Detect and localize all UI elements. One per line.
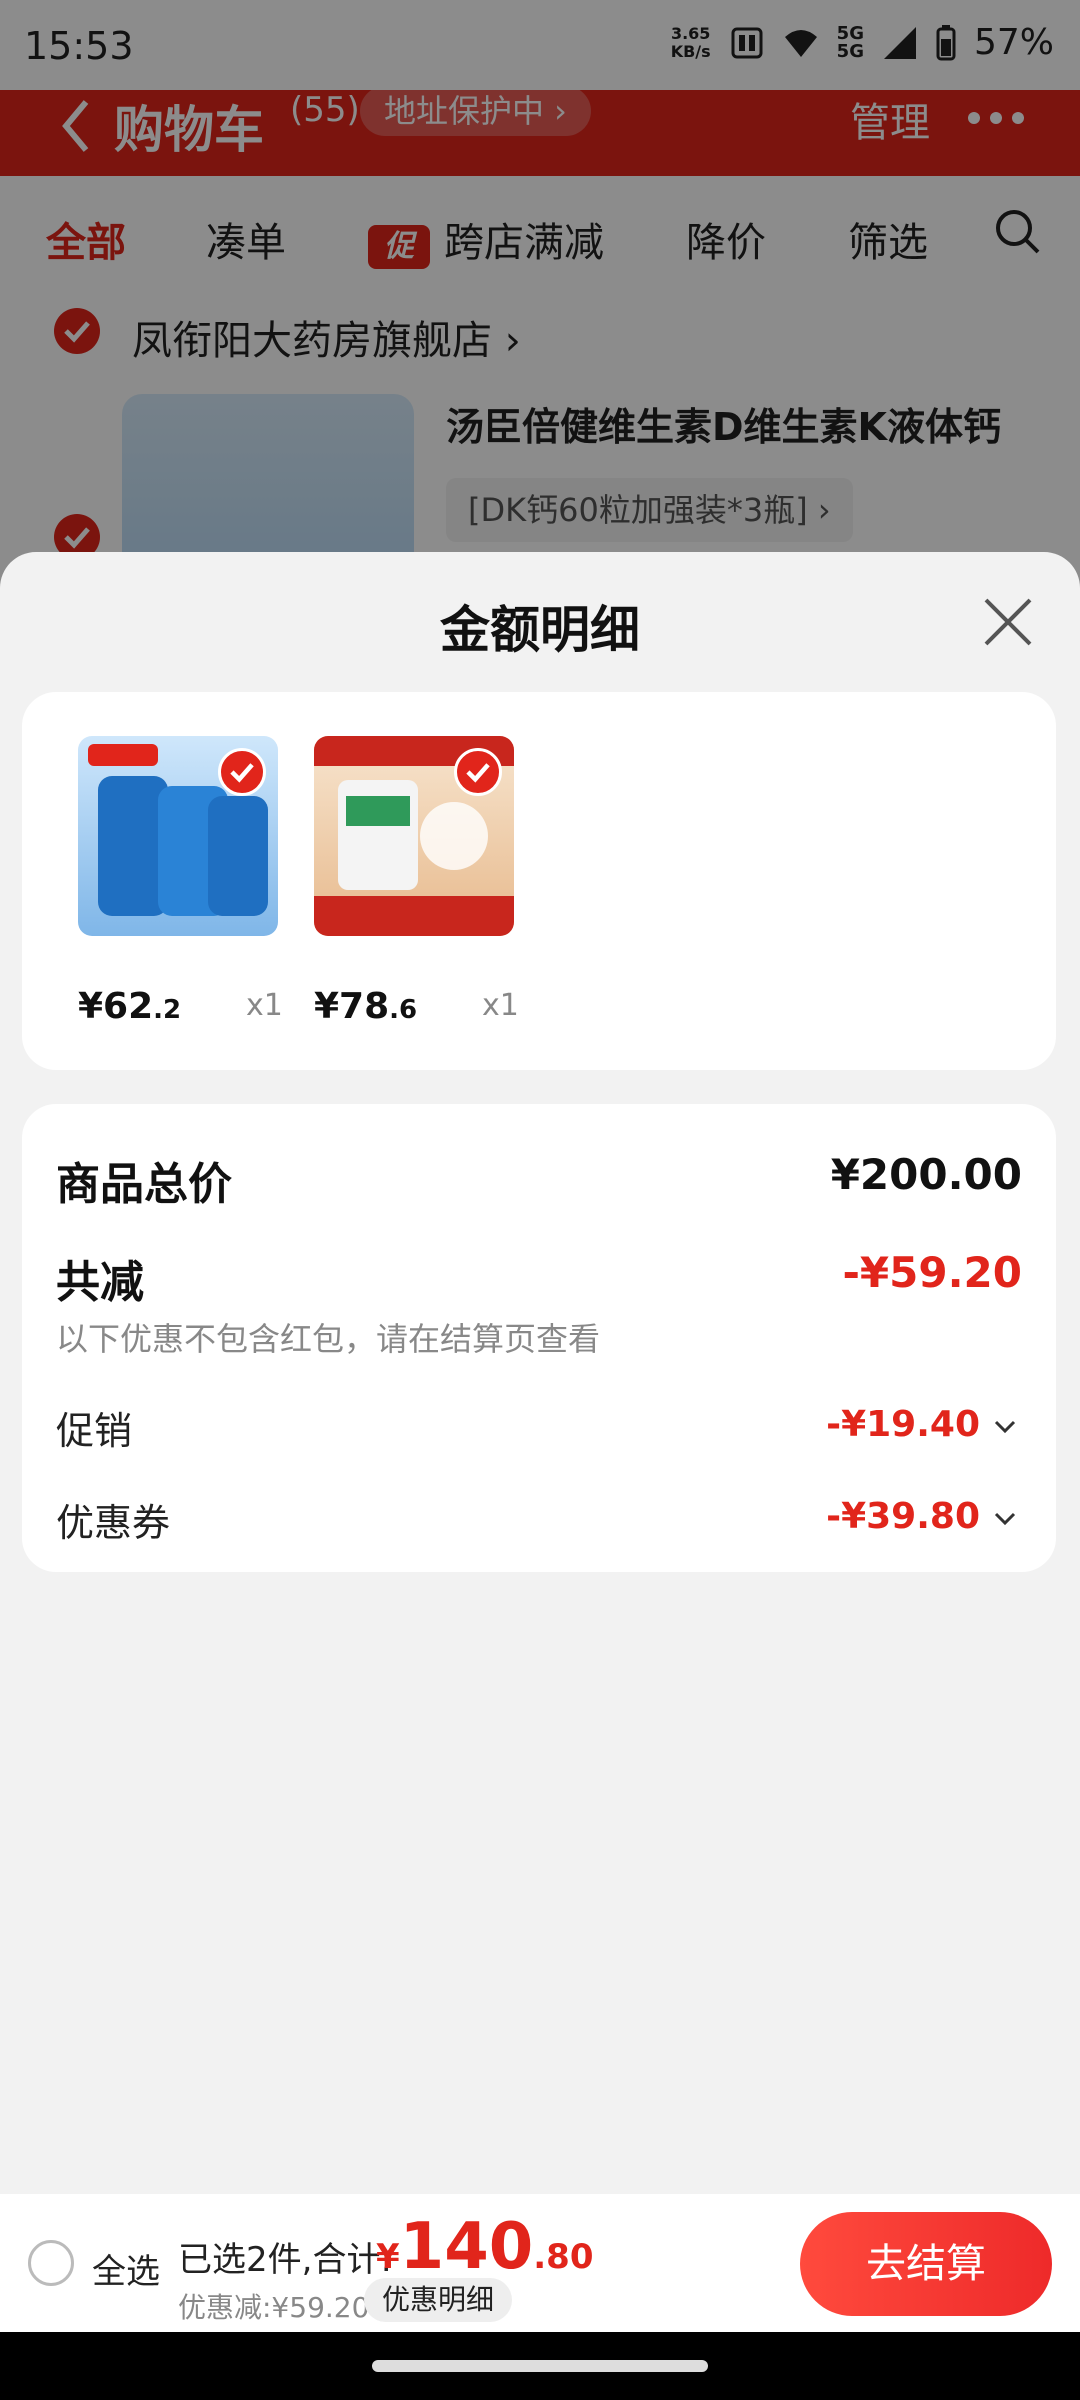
- item-2-qty: x1: [482, 988, 519, 1023]
- item-2-check-icon: [454, 748, 502, 796]
- item-1-qty: x1: [246, 988, 283, 1023]
- summary-card: 商品总价 ¥200.00 共减 -¥59.20 以下优惠不包含红包，请在结算页查…: [22, 1104, 1056, 1572]
- item-thumbnail-2: [314, 736, 514, 936]
- amount-detail-sheet: 金额明细 ¥62.2 x1 ¥78.6 x1 商品总价 ¥200.00 共减 -…: [0, 552, 1080, 2194]
- total-label: 商品总价: [56, 1159, 232, 1210]
- item-2-price: ¥78.6: [314, 986, 418, 1027]
- checkout-button[interactable]: 去结算: [800, 2212, 1052, 2316]
- discount-text: 优惠减:¥59.20: [178, 2291, 370, 2324]
- discount-detail-button[interactable]: 优惠明细: [364, 2278, 513, 2322]
- coupon-label: 优惠券: [56, 1501, 171, 1545]
- item-thumbnail-1: [78, 736, 278, 936]
- chevron-down-icon: [994, 1512, 1016, 1526]
- discount-note: 以下优惠不包含红包，请在结算页查看: [56, 1320, 601, 1358]
- reduce-value: -¥59.20: [842, 1248, 1022, 1297]
- promotion-value: -¥19.40: [826, 1404, 980, 1445]
- home-handle[interactable]: [372, 2360, 708, 2372]
- promotion-label: 促销: [56, 1409, 133, 1453]
- system-nav-bar: [0, 2332, 1080, 2400]
- coupon-value: -¥39.80: [826, 1496, 980, 1537]
- checkout-bar: 全选 已选2件,合计: ¥140.80 优惠减:¥59.20 优惠明细 去结算: [0, 2194, 1080, 2332]
- item-1-check-icon: [218, 748, 266, 796]
- select-all-radio[interactable]: [28, 2240, 74, 2286]
- reduce-label: 共减: [56, 1257, 144, 1308]
- selected-summary: 已选2件,合计:: [178, 2240, 392, 2280]
- item-1-price: ¥62.2: [78, 986, 182, 1027]
- close-icon[interactable]: [982, 596, 1034, 648]
- select-all-label[interactable]: 全选: [92, 2244, 160, 2293]
- chevron-down-icon: [994, 1420, 1016, 1434]
- sheet-title: 金额明细: [440, 601, 640, 659]
- total-price: ¥140.80: [376, 2210, 594, 2284]
- items-card: ¥62.2 x1 ¥78.6 x1: [22, 692, 1056, 1070]
- total-value: ¥200.00: [830, 1150, 1022, 1199]
